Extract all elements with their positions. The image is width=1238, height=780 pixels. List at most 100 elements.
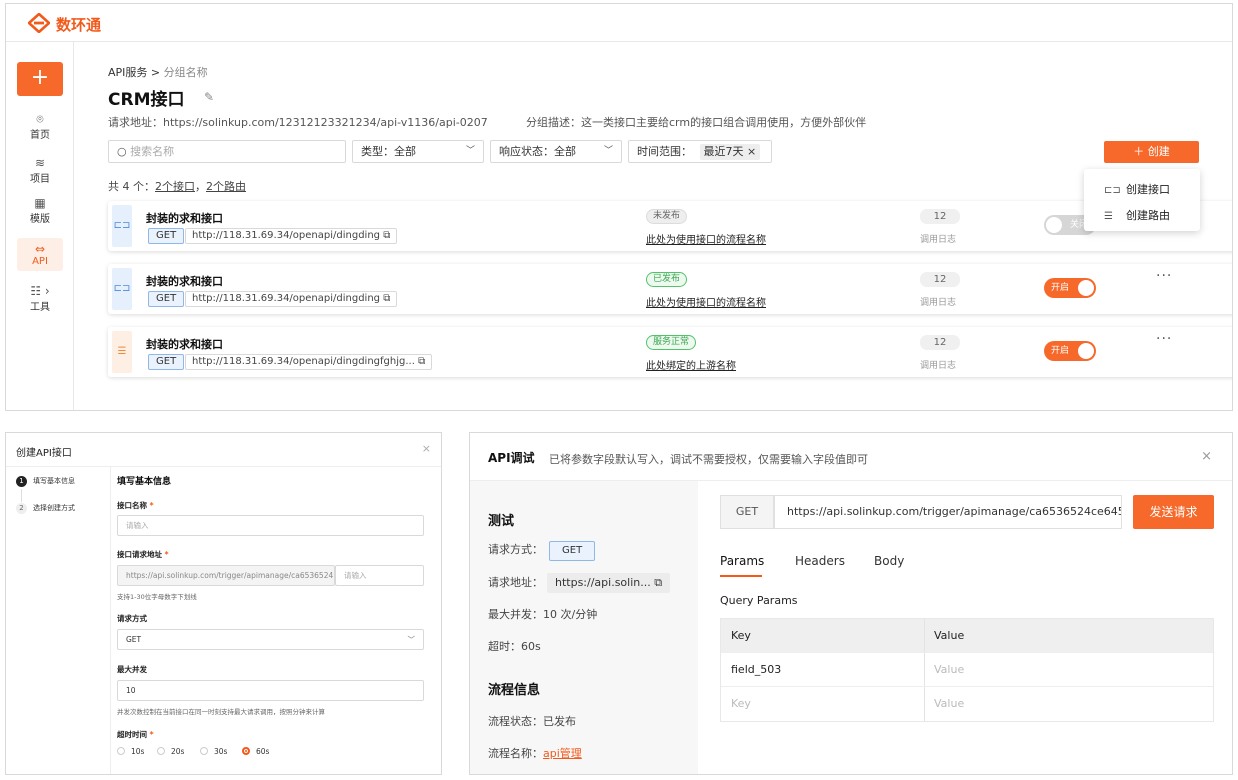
debug-method-label: 请求方式： — [488, 543, 543, 556]
table-row[interactable]: ⊏⊐ 封装的求和接口 GET http://118.31.69.34/opena… — [108, 264, 1232, 314]
form-section-title: 填写基本信息 — [117, 477, 172, 487]
response-status-select[interactable]: 响应状态：全部 ﹀ — [490, 140, 622, 163]
timeout-radio-60s[interactable]: 60s — [242, 747, 269, 756]
sidebar-item-template[interactable]: ▦ 模版 — [6, 196, 74, 225]
logo-icon — [28, 13, 50, 33]
close-icon[interactable]: × — [747, 145, 756, 158]
copy-icon[interactable]: ⧉ — [418, 356, 425, 367]
sidebar-item-project[interactable]: ≋ 项目 — [6, 156, 74, 185]
step-number: 2 — [16, 503, 27, 514]
time-range-label: 时间范围： — [637, 145, 692, 158]
call-log-link[interactable]: 调用日志 — [920, 295, 956, 308]
tab-headers[interactable]: Headers — [795, 554, 845, 568]
summary-separator: ， — [195, 180, 206, 193]
more-icon[interactable]: ··· — [1156, 268, 1172, 284]
sidebar-item-home[interactable]: ⌾ 首页 — [6, 112, 74, 141]
response-status-label: 响应状态：全部 — [499, 145, 576, 158]
flow-link[interactable]: 此处绑定的上游名称 — [646, 357, 736, 372]
breadcrumb-root[interactable]: API服务 > — [108, 66, 160, 79]
row-url: http://118.31.69.34/openapi/dingding ⧉ — [185, 228, 398, 244]
project-icon: ≋ — [34, 156, 46, 170]
edit-icon[interactable]: ✎ — [204, 90, 214, 104]
step-connector — [21, 489, 22, 502]
flow-status: 流程状态：已发布 — [488, 715, 576, 728]
request-method-select[interactable]: GET — [720, 495, 774, 529]
route-icon: ☰ — [1104, 211, 1113, 222]
copy-icon[interactable]: ⧉ — [383, 230, 390, 241]
create-interface-label: 创建接口 — [1126, 183, 1170, 196]
param-value-input[interactable]: Value — [934, 653, 964, 687]
method-tag: GET — [148, 228, 185, 244]
param-key[interactable]: field_503 — [731, 653, 781, 687]
breadcrumb-current: 分组名称 — [163, 66, 208, 79]
concurrency-hint: 并发次数控制在当前接口在同一时刻支持最大请求调用，按照分钟来计算 — [117, 708, 325, 716]
flow-name-link[interactable]: api管理 — [543, 747, 582, 760]
tab-body[interactable]: Body — [874, 554, 904, 568]
flow-name-label: 流程名称： — [488, 747, 543, 760]
method-tag: GET — [148, 354, 185, 370]
time-range-value: 最近7天 — [703, 145, 744, 158]
copy-icon[interactable]: ⧉ — [383, 293, 390, 304]
step-basic-info[interactable]: 1 填写基本信息 — [16, 476, 75, 487]
create-interface-item[interactable]: ⊏⊐ 创建接口 — [1104, 181, 1170, 197]
param-value-input[interactable]: Value — [934, 687, 964, 721]
tab-params[interactable]: Params — [720, 554, 764, 568]
column-divider — [924, 653, 925, 686]
active-tab-indicator — [720, 575, 762, 577]
create-route-item[interactable]: ☰ 创建路由 — [1104, 207, 1170, 223]
timeout-radio-20s[interactable]: 20s — [157, 747, 184, 756]
sidebar-item-api[interactable]: ⇔ API — [17, 238, 63, 271]
request-url-input[interactable]: https://api.solinkup.com/trigger/apimana… — [774, 495, 1122, 529]
flow-name-row: 流程名称：api管理 — [488, 745, 582, 761]
sidebar-item-label: 项目 — [30, 174, 50, 185]
table-row[interactable]: ⊏⊐ 封装的求和接口 GET http://118.31.69.34/opena… — [108, 201, 1232, 251]
create-dropdown: ⊏⊐ 创建接口 ☰ 创建路由 — [1084, 169, 1200, 231]
status-badge: 服务正常 — [646, 335, 697, 350]
call-log-link[interactable]: 调用日志 — [920, 232, 956, 245]
type-filter-select[interactable]: 类型：全部 ﹀ — [352, 140, 484, 163]
debug-header: API调试 已将参数字段默认写入，调试不需要授权，仅需要输入字段值即可 × — [470, 433, 1232, 481]
step-create-method[interactable]: 2 选择创建方式 — [16, 503, 75, 514]
table-header-row: Key Value — [721, 619, 1213, 653]
copy-icon[interactable]: ⧉ — [654, 576, 662, 589]
time-range-filter[interactable]: 时间范围： 最近7天 × — [628, 140, 772, 163]
name-input[interactable]: 请输入 — [117, 515, 424, 536]
api-debug-panel: API调试 已将参数字段默认写入，调试不需要授权，仅需要输入字段值即可 × 测试… — [469, 432, 1233, 775]
debug-info-sidebar: 测试 请求方式： GET 请求地址： https://api.solin... ⧉ … — [470, 481, 698, 774]
table-row[interactable]: ☰ 封装的求和接口 GET http://118.31.69.34/openap… — [108, 327, 1232, 377]
param-key-input[interactable]: Key — [731, 687, 751, 721]
sidebar-item-tools[interactable]: ☷ › 工具 — [6, 284, 74, 313]
timeout-radio-10s[interactable]: 10s — [117, 747, 144, 756]
more-icon[interactable]: ··· — [1156, 331, 1172, 347]
call-log-link[interactable]: 调用日志 — [920, 358, 956, 371]
create-button[interactable]: ＋ 创建 — [1104, 141, 1199, 163]
toggle-knob — [1046, 217, 1062, 233]
radio-label: 60s — [256, 747, 270, 756]
concurrency-input[interactable]: 10 — [117, 680, 424, 701]
radio-label: 20s — [171, 747, 185, 756]
close-icon[interactable]: × — [1201, 449, 1212, 464]
add-button[interactable]: + — [17, 62, 63, 96]
enable-toggle[interactable]: 开启 — [1044, 341, 1096, 361]
close-icon[interactable]: × — [422, 442, 431, 455]
toggle-knob — [1078, 280, 1094, 296]
create-route-label: 创建路由 — [1126, 209, 1170, 222]
timeout-radio-30s[interactable]: 30s — [200, 747, 227, 756]
interfaces-link[interactable]: 2个接口 — [155, 180, 195, 193]
routes-link[interactable]: 2个路由 — [206, 180, 246, 193]
flow-link[interactable]: 此处为使用接口的流程名称 — [646, 294, 766, 309]
method-select[interactable]: GET ﹀ — [117, 629, 424, 650]
debug-timeout: 超时：60s — [488, 640, 541, 653]
enable-toggle[interactable]: 开启 — [1044, 278, 1096, 298]
required-mark: * — [149, 501, 154, 510]
send-request-button[interactable]: 发送请求 — [1133, 495, 1214, 529]
query-params-table: Key Value field_503 Value Key Value — [720, 618, 1214, 722]
flow-link[interactable]: 此处为使用接口的流程名称 — [646, 231, 766, 246]
page-title: CRM接口 — [108, 90, 185, 110]
search-input[interactable]: ○ 搜索名称 — [108, 140, 346, 163]
create-api-dialog: 创建API接口 × 1 填写基本信息 2 选择创建方式 — [5, 432, 442, 775]
call-count: 12 — [920, 209, 960, 224]
sidebar: + ⌾ 首页 ≋ 项目 ▦ 模版 ⇔ API ☷ › 工具 — [6, 42, 74, 410]
method-label: 请求方式 — [117, 614, 147, 623]
url-suffix-input[interactable]: 请输入 — [335, 565, 424, 586]
